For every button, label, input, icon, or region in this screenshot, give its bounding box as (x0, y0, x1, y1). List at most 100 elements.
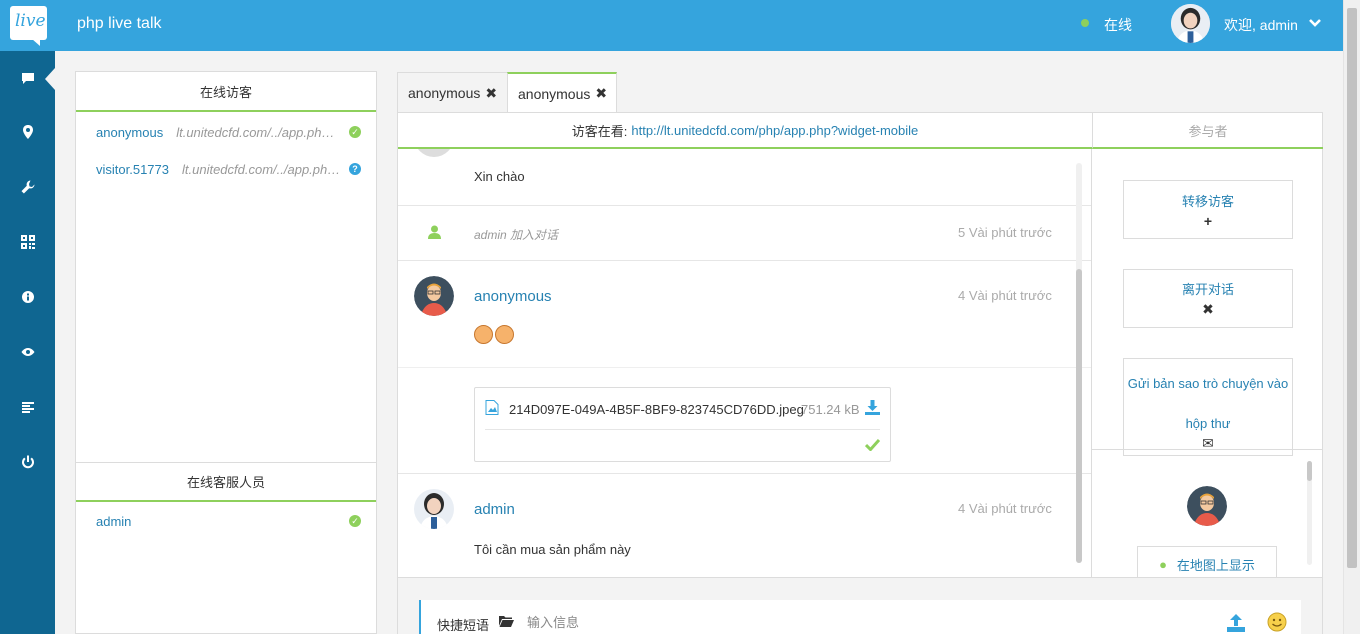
eye-icon (21, 348, 34, 356)
wrench-icon (21, 180, 34, 194)
smile-icon[interactable] (1267, 612, 1287, 632)
window-scrollbar[interactable] (1343, 0, 1360, 634)
divider (1092, 449, 1323, 450)
email-label-line1: Gửi bản sao trò chuyện vào (1127, 376, 1289, 391)
map-marker-icon (22, 125, 33, 139)
file-name: 214D097E-049A-4B5F-8BF9-823745CD76DD.jpe… (509, 402, 804, 417)
tab-label: anonymous (518, 85, 591, 102)
side-navigation (0, 51, 55, 634)
divider (485, 429, 880, 430)
online-status-text[interactable]: 在线 (1104, 15, 1132, 35)
image-file-icon (485, 400, 499, 415)
nav-logout[interactable] (0, 444, 55, 480)
question-circle-icon: ? (349, 163, 361, 175)
scroll-thumb[interactable] (1307, 461, 1312, 481)
composer-box: 快捷短语 (419, 600, 1301, 634)
chat-panel: 访客在看: http://lt.unitedcfd.com/php/app.ph… (397, 112, 1323, 634)
transfer-visitor-button[interactable]: 转移访客 + (1123, 180, 1293, 239)
check-circle-icon: ✓ (349, 126, 361, 138)
nav-watch[interactable] (0, 334, 55, 370)
transfer-label: 转移访客 (1181, 193, 1234, 209)
check-icon (865, 438, 880, 451)
nav-map[interactable] (0, 114, 55, 150)
scroll-thumb[interactable] (1076, 269, 1082, 563)
system-message: admin 加入对话 (474, 228, 559, 242)
visitor-row[interactable]: visitor.51773 lt.unitedcfd.com/../app.ph… (96, 159, 361, 179)
tab-chat-1[interactable]: anonymous ✖ (397, 72, 508, 113)
qrcode-icon (20, 235, 35, 249)
visitor-url: lt.unitedcfd.com/../app.php?widget-mobil… (182, 161, 341, 177)
nav-info[interactable] (0, 279, 55, 315)
staff-row[interactable]: admin ✓ (96, 511, 361, 531)
close-icon[interactable]: ✖ (485, 85, 497, 102)
logo-text: live (15, 11, 46, 31)
align-left-icon (21, 402, 34, 413)
visitor-name[interactable]: visitor.51773 (96, 162, 169, 177)
tab-label: anonymous (408, 85, 481, 101)
staff-name[interactable]: admin (96, 514, 328, 529)
leave-label: 离开对话 (1181, 282, 1234, 297)
participant-avatar (1187, 486, 1227, 526)
nav-qrcode[interactable] (0, 224, 55, 260)
divider (398, 473, 1091, 474)
app-title: php live talk (77, 15, 162, 32)
email-transcript-button[interactable]: Gửi bản sao trò chuyện vào hộp thư ✉ (1123, 358, 1293, 456)
welcome-user[interactable]: 欢迎, admin (1224, 15, 1298, 35)
quick-replies-button[interactable]: 快捷短语 (437, 615, 489, 634)
file-size: 751.24 kB (801, 402, 860, 417)
divider (398, 205, 1091, 206)
visitor-name[interactable]: anonymous (96, 125, 163, 140)
visitor-row[interactable]: anonymous lt.unitedcfd.com/../app.php?wi… (96, 122, 361, 142)
staff-title: 在线客服人员 (76, 462, 376, 502)
envelope-icon: ✉ (1202, 435, 1214, 451)
nav-chat[interactable] (0, 60, 55, 96)
nav-list[interactable] (0, 389, 55, 425)
top-bar: live php live talk 在线 欢迎, admin (0, 0, 1343, 51)
message-time: 5 Vài phút trước (958, 225, 1052, 240)
close-icon: ✖ (1202, 301, 1214, 317)
divider (398, 367, 1091, 368)
visitor-url: lt.unitedcfd.com/../app.php?widget-mobil… (176, 124, 341, 140)
visitor-avatar (414, 276, 454, 316)
viewing-label: 访客在看: (571, 123, 628, 139)
participants-scrollbar[interactable] (1307, 461, 1312, 565)
message-time: 4 Vài phút trước (958, 288, 1052, 303)
map-label: 在地图上显示 (1176, 558, 1255, 573)
message-time: 4 Vài phút trước (958, 501, 1052, 516)
power-icon (21, 455, 34, 469)
close-icon[interactable]: ✖ (595, 85, 607, 102)
nav-settings[interactable] (0, 169, 55, 205)
visitors-title: 在线访客 (76, 72, 376, 112)
file-attachment[interactable]: 214D097E-049A-4B5F-8BF9-823745CD76DD.jpe… (474, 387, 891, 462)
message-author[interactable]: admin (474, 501, 515, 518)
message-input[interactable] (527, 609, 1207, 634)
app-logo[interactable]: live (10, 6, 47, 46)
message-text: Tôi cần mua sản phẩm này (474, 542, 631, 557)
participants-title: 参与者 (1092, 113, 1323, 149)
upload-icon[interactable] (1227, 614, 1245, 632)
visitor-viewing-bar: 访客在看: http://lt.unitedcfd.com/php/app.ph… (398, 113, 1092, 149)
user-avatar[interactable] (1171, 4, 1210, 43)
folder-open-icon[interactable] (499, 615, 514, 627)
download-icon[interactable] (865, 400, 880, 415)
chevron-down-icon[interactable] (1308, 16, 1322, 30)
message-text: Xin chào (474, 169, 525, 184)
map-marker-icon: ● (1159, 557, 1167, 572)
emoji-icon (474, 325, 493, 344)
chat-icon (21, 73, 34, 84)
online-status-dot (1081, 19, 1089, 27)
message-author[interactable]: anonymous (474, 288, 552, 305)
leave-chat-button[interactable]: 离开对话 ✖ (1123, 269, 1293, 328)
info-icon (21, 291, 34, 303)
visitors-panel: 在线访客 anonymous lt.unitedcfd.com/../app.p… (75, 71, 377, 634)
plus-icon: + (1203, 212, 1213, 229)
viewing-url-link[interactable]: http://lt.unitedcfd.com/php/app.php?widg… (631, 123, 918, 138)
chat-scrollbar[interactable] (1076, 163, 1082, 563)
tab-chat-2[interactable]: anonymous ✖ (507, 72, 617, 113)
emoji-icon (495, 325, 514, 344)
avatar (414, 149, 454, 157)
scroll-thumb[interactable] (1347, 8, 1357, 568)
user-icon (428, 225, 441, 239)
check-circle-icon: ✓ (349, 515, 361, 527)
admin-avatar (414, 489, 454, 529)
